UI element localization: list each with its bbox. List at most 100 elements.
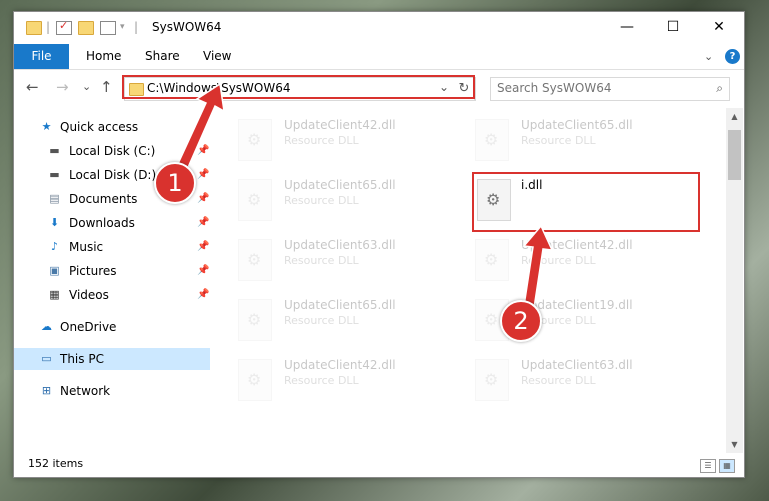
status-bar: 152 items ☰ ▦ xyxy=(14,453,744,477)
sidebar-item-label: Local Disk (D:) xyxy=(69,168,157,182)
file-item[interactable]: ⚙ UpdateClient42.dll Resource DLL xyxy=(238,116,468,166)
sidebar-item-pictures[interactable]: ▣ Pictures 📌 xyxy=(14,260,210,282)
sidebar-item-label: Documents xyxy=(69,192,138,206)
sidebar-item-music[interactable]: ♪ Music 📌 xyxy=(14,236,210,258)
minimize-button[interactable]: — xyxy=(604,12,650,42)
file-item[interactable]: ⚙ UpdateClient65.dll Resource DLL xyxy=(238,176,468,226)
file-item[interactable]: ⚙ UpdateClient42.dll Resource DLL xyxy=(238,356,468,406)
file-name: UpdateClient63.dll xyxy=(521,358,633,372)
folder-icon xyxy=(26,21,42,35)
dll-file-icon: ⚙ xyxy=(238,299,272,341)
tab-home[interactable]: Home xyxy=(86,44,121,69)
sidebar-item-label: Quick access xyxy=(60,120,139,134)
dll-file-icon: ⚙ xyxy=(475,359,509,401)
forward-button[interactable]: → xyxy=(56,78,69,96)
file-item[interactable]: ⚙ UpdateClient65.dll Resource DLL xyxy=(238,296,468,346)
dll-file-icon: ⚙ xyxy=(238,359,272,401)
drive-icon: ▬ xyxy=(49,168,60,181)
properties-icon[interactable]: ✓ xyxy=(56,19,72,35)
new-folder-icon[interactable] xyxy=(78,21,94,35)
dropdown-chevron-icon[interactable]: ▾ xyxy=(120,22,125,32)
customize-toolbar-icon[interactable] xyxy=(100,21,116,35)
search-icon[interactable]: ⌕ xyxy=(716,81,723,96)
pictures-icon: ▣ xyxy=(49,264,60,277)
pin-icon[interactable]: 📌 xyxy=(197,140,209,162)
dll-file-icon: ⚙ xyxy=(475,119,509,161)
sidebar-item-label: OneDrive xyxy=(60,320,117,334)
tab-share[interactable]: Share xyxy=(145,44,180,69)
window-title: SysWOW64 xyxy=(152,20,222,34)
file-name: UpdateClient42.dll xyxy=(521,238,633,252)
recent-locations-button[interactable]: ⌄ xyxy=(82,80,91,93)
star-icon: ★ xyxy=(41,120,52,133)
sidebar-item-this-pc[interactable]: ▭ This PC xyxy=(14,348,210,370)
downloads-icon: ⬇ xyxy=(49,216,60,229)
file-name: UpdateClient63.dll xyxy=(284,238,396,252)
file-name: UpdateClient42.dll xyxy=(284,118,396,132)
large-icons-view-icon[interactable]: ▦ xyxy=(719,459,735,473)
file-type: Resource DLL xyxy=(521,134,596,147)
dll-file-icon: ⚙ xyxy=(238,239,272,281)
maximize-button[interactable]: ☐ xyxy=(650,12,696,42)
navigation-pane: ★ Quick access ▬ Local Disk (C:) 📌 ▬ Loc… xyxy=(14,108,210,453)
sidebar-item-downloads[interactable]: ⬇ Downloads 📌 xyxy=(14,212,210,234)
file-type: Resource DLL xyxy=(284,314,359,327)
drive-icon: ▬ xyxy=(49,144,60,157)
separator: | xyxy=(134,20,139,34)
sidebar-item-label: Videos xyxy=(69,288,109,302)
file-name: UpdateClient42.dll xyxy=(284,358,396,372)
sidebar-item-label: This PC xyxy=(60,352,104,366)
help-icon[interactable]: ? xyxy=(725,49,740,64)
separator: | xyxy=(46,20,51,34)
file-type: Resource DLL xyxy=(284,194,359,207)
pin-icon[interactable]: 📌 xyxy=(197,260,209,282)
file-type: Resource DLL xyxy=(284,374,359,387)
details-view-icon[interactable]: ☰ xyxy=(700,459,716,473)
tab-file[interactable]: File xyxy=(14,44,69,69)
up-button[interactable]: ↑ xyxy=(100,78,113,96)
music-icon: ♪ xyxy=(50,240,59,253)
ribbon-tabs: File Home Share View ⌄ ? xyxy=(14,44,744,70)
pin-icon[interactable]: 📌 xyxy=(197,164,209,186)
file-item[interactable]: ⚙ UpdateClient65.dll Resource DLL xyxy=(475,116,705,166)
file-name: UpdateClient65.dll xyxy=(284,178,396,192)
dll-file-icon: ⚙ xyxy=(238,119,272,161)
sidebar-item-local-disk-c[interactable]: ▬ Local Disk (C:) 📌 xyxy=(14,140,210,162)
file-item[interactable]: ⚙ UpdateClient63.dll Resource DLL xyxy=(238,236,468,286)
file-name: UpdateClient65.dll xyxy=(284,298,396,312)
scrollbar-thumb[interactable] xyxy=(728,130,741,180)
pin-icon[interactable]: 📌 xyxy=(197,284,209,306)
explorer-window: | ✓ ▾ | SysWOW64 — ☐ ✕ File Home Share V… xyxy=(13,11,745,478)
pin-icon[interactable]: 📌 xyxy=(197,212,209,234)
pin-icon[interactable]: 📌 xyxy=(197,188,209,210)
search-box[interactable]: ⌕ xyxy=(490,77,730,101)
file-type: Resource DLL xyxy=(284,134,359,147)
sidebar-item-network[interactable]: ⊞ Network xyxy=(14,380,210,402)
scroll-up-icon[interactable]: ▲ xyxy=(726,108,743,125)
file-type: Resource DLL xyxy=(284,254,359,267)
file-item[interactable]: ⚙ UpdateClient63.dll Resource DLL xyxy=(475,356,705,406)
pin-icon[interactable]: 📌 xyxy=(197,236,209,258)
vertical-scrollbar[interactable]: ▲ ▼ xyxy=(726,108,743,453)
sidebar-item-label: Network xyxy=(60,384,111,398)
step-1-badge: 1 xyxy=(154,162,196,204)
tab-view[interactable]: View xyxy=(203,44,231,69)
sidebar-item-onedrive[interactable]: ☁ OneDrive xyxy=(14,316,210,338)
sidebar-item-quick-access[interactable]: ★ Quick access xyxy=(14,116,210,138)
cloud-icon: ☁ xyxy=(41,320,52,333)
sidebar-item-label: Music xyxy=(69,240,104,254)
network-icon: ⊞ xyxy=(41,384,52,397)
back-button[interactable]: ← xyxy=(26,78,39,96)
sidebar-item-label: Pictures xyxy=(69,264,117,278)
sidebar-item-videos[interactable]: ▦ Videos 📌 xyxy=(14,284,210,306)
file-item[interactable]: ⚙ UpdateClient42.dll Resource DLL xyxy=(475,236,705,286)
scroll-down-icon[interactable]: ▼ xyxy=(726,436,743,453)
step-2-badge: 2 xyxy=(500,300,542,342)
file-name: UpdateClient65.dll xyxy=(521,118,633,132)
expand-ribbon-icon[interactable]: ⌄ xyxy=(704,50,713,63)
navigation-bar: ← → ⌄ ↑ C:\Windows\SysWOW64 ⌄ ↻ ⌕ xyxy=(14,70,744,106)
close-button[interactable]: ✕ xyxy=(696,12,742,42)
search-input[interactable] xyxy=(497,81,697,95)
file-highlight-box xyxy=(472,172,700,232)
file-type: Resource DLL xyxy=(521,374,596,387)
